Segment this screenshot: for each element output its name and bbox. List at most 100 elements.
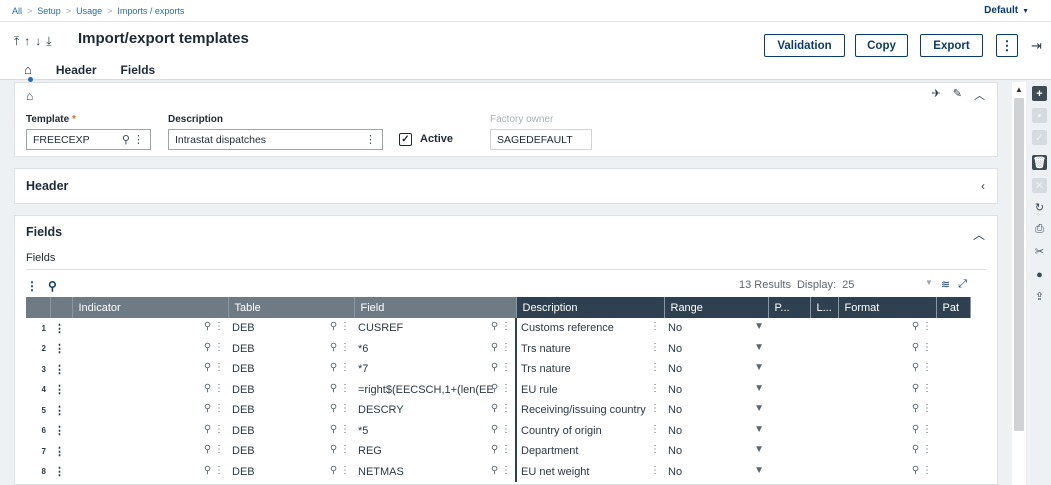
search-icon[interactable]: ⚲ ⋮ bbox=[330, 465, 350, 476]
column-header-l[interactable]: L... bbox=[810, 297, 839, 318]
search-icon[interactable]: ⚲ ⋮ bbox=[330, 321, 350, 332]
edit-icon[interactable]: ✎ bbox=[953, 87, 962, 103]
expand-icon[interactable]: ⤢ bbox=[958, 278, 967, 291]
description-field[interactable]: Intrastat dispatches ⋮ bbox=[168, 129, 383, 150]
table-cell[interactable]: DEB ⚲ ⋮ bbox=[228, 380, 354, 401]
search-icon[interactable]: ⚲ ⋮ bbox=[912, 444, 932, 455]
pattern-cell[interactable] bbox=[936, 318, 970, 339]
more-icon[interactable]: ⋮ bbox=[650, 465, 660, 476]
description-cell[interactable]: Country of origin ⋮ bbox=[515, 420, 664, 441]
scroll-thumb[interactable] bbox=[1014, 98, 1024, 431]
format-cell[interactable]: ⚲ ⋮ bbox=[838, 421, 936, 442]
p-cell[interactable] bbox=[768, 318, 810, 339]
chevron-down-icon[interactable]: ▼ bbox=[754, 424, 764, 435]
layers-icon[interactable]: ≋ bbox=[941, 278, 950, 291]
description-cell[interactable]: Customs reference ⋮ bbox=[515, 318, 664, 339]
copy-button[interactable]: Copy bbox=[855, 34, 908, 57]
search-icon[interactable]: ⚲ ⋮ bbox=[330, 403, 350, 414]
table-row[interactable]: 3 ⋮ ⚲ ⋮ DEB ⚲ ⋮ *7 ⚲ ⋮ Trs nature ⋮ No ▼ ⚲ ⋮ bbox=[26, 359, 970, 380]
pattern-cell[interactable] bbox=[936, 359, 970, 380]
p-cell[interactable] bbox=[768, 359, 810, 380]
record-navigation-arrows[interactable]: ⤒↑↓⤓ bbox=[14, 34, 57, 49]
search-icon[interactable]: ⚲ ⋮ bbox=[912, 383, 932, 394]
more-icon[interactable]: ⋮ bbox=[650, 362, 660, 373]
more-actions-button[interactable]: ⋮ bbox=[996, 34, 1018, 57]
search-icon[interactable]: ⚲ ⋮ bbox=[204, 465, 224, 476]
table-row[interactable]: 1 ⋮ ⚲ ⋮ DEB ⚲ ⋮ CUSREF ⚲ ⋮ Customs referen… bbox=[26, 318, 970, 339]
grid-menu-icon[interactable]: ⋮ bbox=[26, 279, 38, 293]
row-menu-icon[interactable]: ⋮ bbox=[50, 462, 72, 483]
table-row[interactable]: 8 ⋮ ⚲ ⋮ DEB ⚲ ⋮ NETMAS ⚲ ⋮ EU net weight ⋮ … bbox=[26, 461, 970, 483]
range-cell[interactable]: No ▼ bbox=[664, 318, 768, 339]
chevron-down-icon[interactable]: ▼ bbox=[754, 342, 764, 353]
table-cell[interactable]: DEB ⚲ ⋮ bbox=[228, 339, 354, 360]
search-icon[interactable]: ⚲ ⋮ bbox=[330, 424, 350, 435]
range-cell[interactable]: No ▼ bbox=[664, 441, 768, 462]
description-cell[interactable]: Trs nature ⋮ bbox=[515, 338, 664, 359]
field-cell[interactable]: NETMAS ⚲ ⋮ bbox=[354, 462, 516, 483]
search-icon[interactable]: ⚲ ⋮ bbox=[204, 321, 224, 332]
breadcrumb-all[interactable]: All bbox=[12, 6, 22, 16]
search-icon[interactable]: ⚲ ⋮ bbox=[912, 362, 932, 373]
search-icon[interactable]: ⚲ ⋮ bbox=[912, 403, 932, 414]
column-header-p[interactable]: P... bbox=[768, 297, 811, 318]
page-scrollbar[interactable]: ▲ bbox=[1012, 82, 1026, 485]
more-icon[interactable]: ⋮ bbox=[650, 342, 660, 353]
description-cell[interactable]: Department ⋮ bbox=[515, 441, 664, 462]
chevron-down-icon[interactable]: ▼ bbox=[754, 321, 764, 332]
chevron-down-icon[interactable]: ▼ bbox=[754, 403, 764, 414]
table-row[interactable]: 2 ⋮ ⚲ ⋮ DEB ⚲ ⋮ *6 ⚲ ⋮ Trs nature ⋮ No ▼ ⚲ ⋮ bbox=[26, 338, 970, 360]
l-cell[interactable] bbox=[810, 462, 838, 483]
pattern-cell[interactable] bbox=[936, 380, 970, 401]
active-checkbox[interactable]: ✓ bbox=[399, 133, 412, 146]
p-cell[interactable] bbox=[768, 421, 810, 442]
search-icon[interactable]: ⚲ ⋮ bbox=[204, 342, 224, 353]
scroll-up-icon[interactable]: ▲ bbox=[1015, 85, 1023, 94]
row-menu-icon[interactable]: ⋮ bbox=[50, 359, 72, 380]
range-cell[interactable]: No ▼ bbox=[664, 339, 768, 360]
format-cell[interactable]: ⚲ ⋮ bbox=[838, 359, 936, 380]
chevron-down-icon[interactable]: ▼ bbox=[754, 383, 764, 394]
l-cell[interactable] bbox=[810, 421, 838, 442]
print-icon[interactable]: ⎙ bbox=[1032, 222, 1047, 237]
indicator-cell[interactable]: ⚲ ⋮ bbox=[72, 400, 228, 421]
profile-menu[interactable]: Default ▼ bbox=[984, 5, 1029, 16]
indicator-cell[interactable]: ⚲ ⋮ bbox=[72, 380, 228, 401]
field-cell[interactable]: REG ⚲ ⋮ bbox=[354, 441, 516, 462]
search-icon[interactable]: ⚲ ⋮ bbox=[204, 444, 224, 455]
more-icon[interactable]: ⋮ bbox=[650, 321, 660, 332]
search-icon[interactable]: ⚲ ⋮ bbox=[204, 362, 224, 373]
field-cell[interactable]: =right$(EECSCH,1+(len(EE ⚲ ⋮ bbox=[354, 380, 516, 401]
search-icon[interactable]: ⚲ ⋮ bbox=[204, 403, 224, 414]
chevron-down-icon[interactable]: ▼ bbox=[925, 278, 933, 291]
chevron-down-icon[interactable]: ▼ bbox=[754, 362, 764, 373]
search-icon[interactable]: ⚲ ⋮ bbox=[912, 321, 932, 332]
p-cell[interactable] bbox=[768, 380, 810, 401]
table-cell[interactable]: DEB ⚲ ⋮ bbox=[228, 359, 354, 380]
column-header-range[interactable]: Range bbox=[664, 297, 769, 318]
l-cell[interactable] bbox=[810, 318, 838, 339]
indicator-cell[interactable]: ⚲ ⋮ bbox=[72, 421, 228, 442]
search-icon[interactable]: ⚲ ⋮ bbox=[330, 342, 350, 353]
search-icon[interactable]: ⚲ ⋮ bbox=[330, 362, 350, 373]
p-cell[interactable] bbox=[768, 339, 810, 360]
search-icon[interactable]: ⚲ ⋮ bbox=[491, 342, 511, 353]
share-icon[interactable]: ⇪ bbox=[1032, 289, 1047, 304]
l-cell[interactable] bbox=[810, 441, 838, 462]
breadcrumb-usage[interactable]: Usage bbox=[76, 6, 102, 16]
search-icon[interactable]: ⚲ ⋮ bbox=[912, 342, 932, 353]
l-cell[interactable] bbox=[810, 359, 838, 380]
format-cell[interactable]: ⚲ ⋮ bbox=[838, 339, 936, 360]
pattern-cell[interactable] bbox=[936, 462, 970, 483]
column-header-description[interactable]: Description bbox=[516, 297, 665, 318]
row-menu-icon[interactable]: ⋮ bbox=[50, 441, 72, 462]
search-icon[interactable]: ⚲ ⋮ bbox=[491, 403, 511, 414]
table-cell[interactable]: DEB ⚲ ⋮ bbox=[228, 400, 354, 421]
row-menu-icon[interactable]: ⋮ bbox=[50, 380, 72, 401]
validation-button[interactable]: Validation bbox=[764, 34, 845, 57]
refresh-icon[interactable]: ↻ bbox=[1032, 200, 1047, 215]
range-cell[interactable]: No ▼ bbox=[664, 400, 768, 421]
search-icon[interactable]: ⚲ ⋮ bbox=[491, 444, 511, 455]
field-cell[interactable]: CUSREF ⚲ ⋮ bbox=[354, 318, 516, 339]
chevron-left-icon[interactable]: ‹ bbox=[981, 179, 985, 193]
